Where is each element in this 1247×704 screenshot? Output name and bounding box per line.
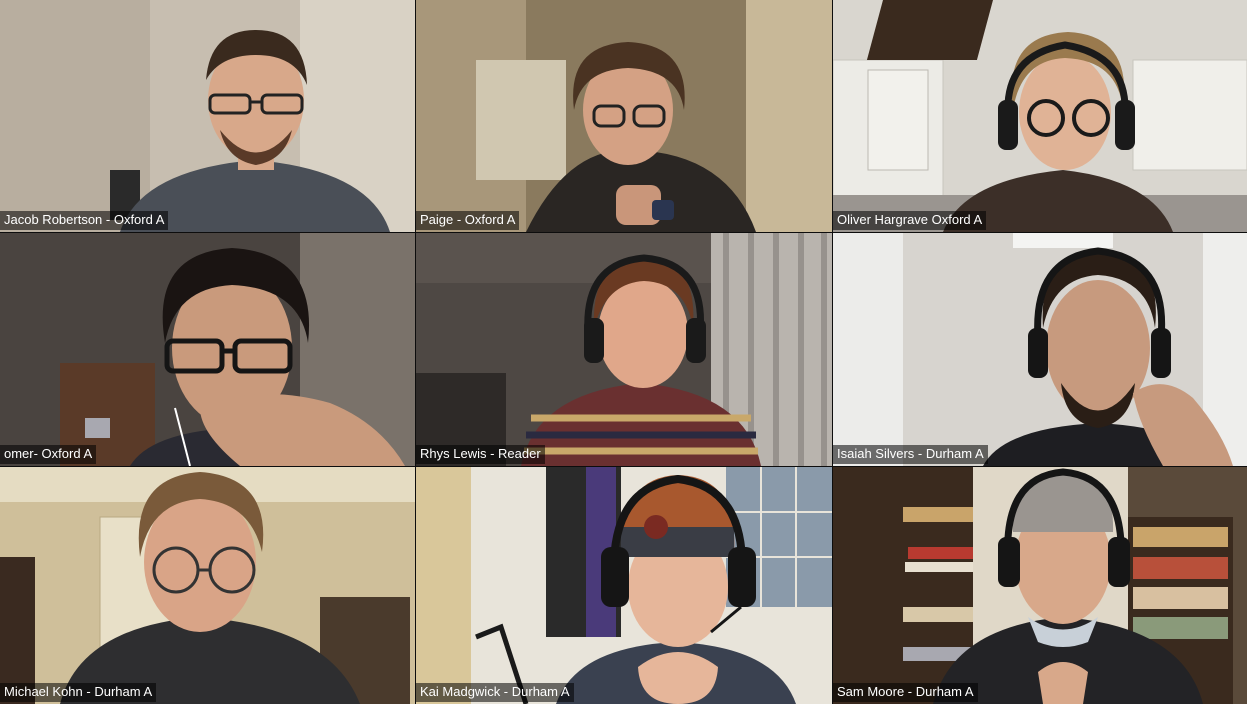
participant-figure bbox=[120, 30, 390, 232]
participant-figure bbox=[130, 248, 405, 466]
video-grid: Jacob Robertson - Oxford A Paige - Oxfor… bbox=[0, 0, 1247, 704]
participant-name-label: Kai Madgwick - Durham A bbox=[416, 683, 574, 702]
participant-name-label: Jacob Robertson - Oxford A bbox=[0, 211, 169, 230]
participant-name-label: Sam Moore - Durham A bbox=[833, 683, 978, 702]
video-tile[interactable]: Paige - Oxford A bbox=[416, 0, 832, 232]
video-tile[interactable]: Isaiah Silvers - Durham A bbox=[833, 233, 1247, 466]
participant-figure bbox=[556, 474, 796, 704]
participant-figure bbox=[526, 42, 756, 232]
participant-name-label: omer- Oxford A bbox=[0, 445, 97, 464]
video-tile[interactable]: Sam Moore - Durham A bbox=[833, 467, 1247, 704]
participant-figure bbox=[521, 254, 761, 466]
participant-name-label: Paige - Oxford A bbox=[416, 211, 520, 230]
participant-figure bbox=[933, 468, 1203, 704]
participant-name-label: Isaiah Silvers - Durham A bbox=[833, 445, 988, 464]
video-tile[interactable]: Michael Kohn - Durham A bbox=[0, 467, 415, 704]
video-tile[interactable]: omer- Oxford A bbox=[0, 233, 415, 466]
participant-figure bbox=[983, 247, 1233, 466]
participant-name-label: Oliver Hargrave Oxford A bbox=[833, 211, 987, 230]
participant-name-label: Michael Kohn - Durham A bbox=[0, 683, 157, 702]
video-tile[interactable]: Rhys Lewis - Reader bbox=[416, 233, 832, 466]
participant-figure bbox=[60, 472, 360, 704]
video-tile[interactable]: Jacob Robertson - Oxford A bbox=[0, 0, 415, 232]
participant-name-label: Rhys Lewis - Reader bbox=[416, 445, 545, 464]
video-tile[interactable]: Kai Madgwick - Durham A bbox=[416, 467, 832, 704]
video-tile[interactable]: Oliver Hargrave Oxford A bbox=[833, 0, 1247, 232]
participant-figure bbox=[943, 32, 1173, 232]
